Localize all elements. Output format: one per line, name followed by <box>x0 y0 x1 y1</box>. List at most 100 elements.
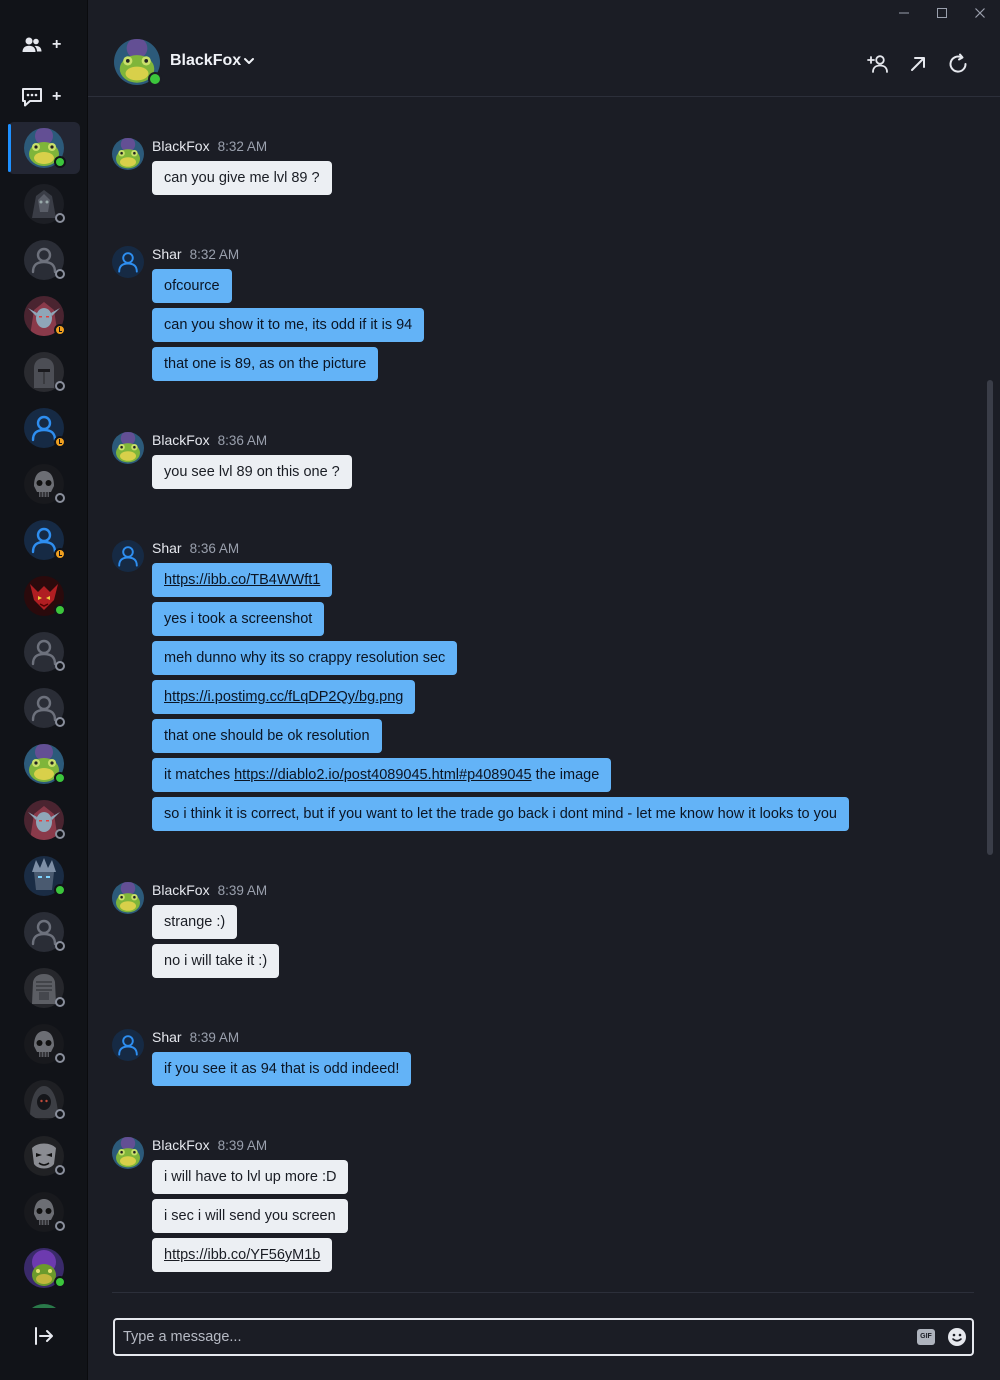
message-input[interactable] <box>123 1320 903 1354</box>
message-timestamp: 8:36 AM <box>217 433 268 448</box>
friend-list-item[interactable] <box>8 626 80 678</box>
friend-list-item[interactable] <box>8 570 80 622</box>
refresh-icon[interactable] <box>946 52 970 76</box>
friend-list-item[interactable] <box>8 1298 80 1308</box>
message-bubble[interactable]: if you see it as 94 that is odd indeed! <box>152 1052 412 1086</box>
gif-button[interactable]: GIF <box>917 1329 935 1345</box>
friend-list-item[interactable] <box>8 1018 80 1070</box>
sender-name[interactable]: BlackFox <box>152 882 210 898</box>
chevron-down-icon[interactable] <box>242 54 256 68</box>
message-bubble[interactable]: no i will take it :) <box>152 944 280 978</box>
sender-name[interactable]: BlackFox <box>152 1137 210 1153</box>
message-text: can you show it to me, its odd if it is … <box>164 317 413 333</box>
friend-list-item[interactable] <box>8 178 80 230</box>
offline-status-dot <box>55 1221 65 1231</box>
avatar[interactable] <box>112 1137 144 1169</box>
message-header: BlackFox 8:32 AM <box>152 138 267 156</box>
offline-status-dot <box>55 1053 65 1063</box>
sender-name[interactable]: BlackFox <box>152 138 210 154</box>
message-header: Shar 8:36 AM <box>152 540 239 558</box>
friend-list-item[interactable] <box>8 850 80 902</box>
friend-list-item[interactable] <box>8 290 80 342</box>
friend-list-item[interactable] <box>8 458 80 510</box>
add-friends-button[interactable]: + <box>20 28 70 62</box>
message-bubble[interactable]: strange :) <box>152 905 238 939</box>
friend-list-item[interactable] <box>8 122 80 174</box>
friend-list-item[interactable] <box>8 738 80 790</box>
friend-list-item[interactable] <box>8 682 80 734</box>
message-link[interactable]: https://ibb.co/TB4WWft1 <box>164 572 320 588</box>
away-status-dot <box>54 548 66 560</box>
friend-list <box>0 118 88 1308</box>
message-link[interactable]: https://ibb.co/YF56yM1b <box>164 1247 320 1263</box>
emoji-icon[interactable] <box>947 1327 967 1347</box>
friend-list-item[interactable] <box>8 346 80 398</box>
friend-list-item[interactable] <box>8 402 80 454</box>
online-status-dot <box>54 604 66 616</box>
add-friends-icon <box>22 37 42 52</box>
avatar[interactable] <box>112 882 144 914</box>
new-chat-icon <box>22 88 42 107</box>
contact-name[interactable]: BlackFox <box>170 52 241 70</box>
message-bubble[interactable]: meh dunno why its so crappy resolution s… <box>152 641 458 675</box>
online-status-dot <box>54 772 66 784</box>
message-bubble[interactable]: can you give me lvl 89 ? <box>152 161 332 195</box>
rainbow-avatar <box>24 1304 64 1308</box>
window-titlebar <box>88 0 1000 26</box>
new-chat-button[interactable]: + <box>20 80 70 114</box>
scrollbar-thumb[interactable] <box>987 380 993 855</box>
message-bubble[interactable]: you see lvl 89 on this one ? <box>152 455 352 489</box>
friend-list-item[interactable] <box>8 1242 80 1294</box>
sender-name[interactable]: BlackFox <box>152 432 210 448</box>
friend-list-item[interactable] <box>8 906 80 958</box>
offline-status-dot <box>55 1165 65 1175</box>
collapse-sidebar-icon[interactable] <box>32 1324 56 1348</box>
sender-name[interactable]: Shar <box>152 540 182 556</box>
message-bubble[interactable]: yes i took a screenshot <box>152 602 325 636</box>
message-bubble[interactable]: i sec i will send you screen <box>152 1199 348 1233</box>
message-bubble[interactable]: can you show it to me, its odd if it is … <box>152 308 425 342</box>
message-link[interactable]: https://i.postimg.cc/fLqDP2Qy/bg.png <box>164 689 403 705</box>
message-link[interactable]: https://diablo2.io/post4089045.html#p408… <box>234 767 531 783</box>
message-bubble[interactable]: ofcource <box>152 269 232 303</box>
message-list[interactable]: Sharmostlikely checkingBlackFox8:32 AMca… <box>88 97 985 1292</box>
close-button[interactable] <box>968 3 992 23</box>
message-bubble[interactable]: so i think it is correct, but if you wan… <box>152 797 849 831</box>
message-timestamp: 8:39 AM <box>217 883 268 898</box>
add-person-icon[interactable] <box>866 52 890 76</box>
pop-out-icon[interactable] <box>906 52 930 76</box>
message-bubble[interactable]: https://ibb.co/YF56yM1b <box>152 1238 333 1272</box>
offline-status-dot <box>55 269 65 279</box>
avatar[interactable] <box>112 246 144 278</box>
away-status-dot <box>54 436 66 448</box>
avatar[interactable] <box>112 1029 144 1061</box>
sender-name[interactable]: Shar <box>152 246 182 262</box>
maximize-button[interactable] <box>930 3 954 23</box>
message-timestamp: 8:39 AM <box>217 1138 268 1153</box>
message-bubble[interactable]: https://ibb.co/TB4WWft1 <box>152 563 333 597</box>
message-bubble[interactable]: that one is 89, as on the picture <box>152 347 379 381</box>
avatar[interactable] <box>112 138 144 170</box>
message-bubble[interactable]: https://i.postimg.cc/fLqDP2Qy/bg.png <box>152 680 416 714</box>
offline-status-dot <box>55 493 65 503</box>
friend-list-item[interactable] <box>8 1074 80 1126</box>
friend-list-item[interactable] <box>8 962 80 1014</box>
friend-list-item[interactable] <box>8 514 80 566</box>
sender-name[interactable]: Shar <box>152 1029 182 1045</box>
message-bubble[interactable]: that one should be ok resolution <box>152 719 382 753</box>
friend-list-item[interactable] <box>8 234 80 286</box>
minimize-button[interactable] <box>892 3 916 23</box>
offline-status-dot <box>55 1109 65 1119</box>
chat-header: BlackFox <box>88 26 1000 97</box>
message-text: you see lvl 89 on this one ? <box>164 464 340 480</box>
message-bubble[interactable]: i will have to lvl up more :D <box>152 1160 349 1194</box>
friend-list-item[interactable] <box>8 794 80 846</box>
friends-sidebar: + + <box>0 0 88 1380</box>
avatar[interactable] <box>112 540 144 572</box>
message-header: Shar 8:39 AM <box>152 1029 239 1047</box>
friend-list-item[interactable] <box>8 1130 80 1182</box>
friend-list-item[interactable] <box>8 1186 80 1238</box>
avatar[interactable] <box>112 432 144 464</box>
message-bubble[interactable]: it matches https://diablo2.io/post408904… <box>152 758 612 792</box>
online-status-dot <box>148 72 162 86</box>
